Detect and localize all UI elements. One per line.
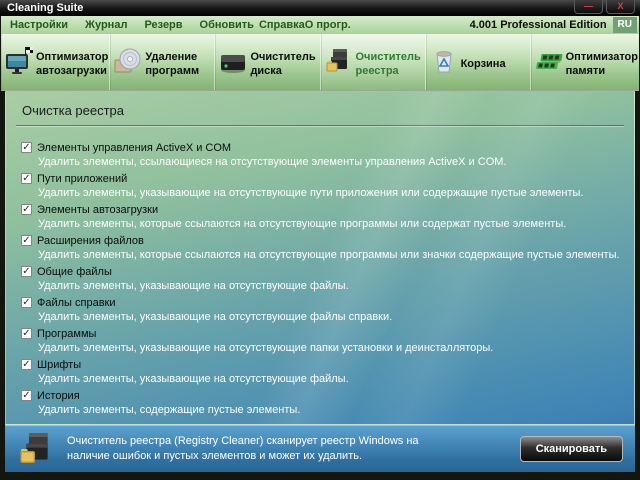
checkbox-fonts[interactable]: ✓ <box>21 359 32 370</box>
item-label: Общие файлы <box>37 265 112 278</box>
item-description: Удалить элементы, указывающие на отсутст… <box>38 342 494 354</box>
list-item-activex: ✓ Элементы управления ActiveX и COM Удал… <box>21 140 630 169</box>
item-label: Элементы автозагрузки <box>37 203 159 216</box>
checkbox-help-files[interactable]: ✓ <box>21 297 32 308</box>
checkbox-shared-files[interactable]: ✓ <box>21 266 32 277</box>
tab-disk-cleaner[interactable]: Очиститель диска <box>215 34 321 90</box>
item-description: Удалить элементы, ссылающиеся на отсутст… <box>38 156 507 168</box>
list-item-shared-files: ✓ Общие файлы Удалить элементы, указываю… <box>21 264 630 293</box>
item-label: Пути приложений <box>37 172 128 185</box>
tab-memory-optimizer[interactable]: Оптимизатор памяти <box>530 34 639 90</box>
memory-optimizer-icon <box>535 54 563 69</box>
list-item-app-paths: ✓ Пути приложений Удалить элементы, указ… <box>21 171 630 200</box>
close-button[interactable]: X <box>606 0 635 14</box>
menu-settings[interactable]: Настройки <box>10 19 68 31</box>
registry-cleaner-icon <box>326 49 347 72</box>
item-description: Удалить элементы, которые ссылаются на о… <box>38 249 620 261</box>
list-item-fonts: ✓ Шрифты Удалить элементы, указывающие н… <box>21 357 630 386</box>
edition-label: 4.001 Professional Edition <box>469 19 607 31</box>
item-description: Удалить элементы, указывающие на отсутст… <box>38 280 349 292</box>
recycle-bin-icon <box>436 51 452 73</box>
menu-about[interactable]: О прогр. <box>305 19 351 31</box>
footer-bar: Очиститель реестра (Registry Cleaner) ск… <box>5 425 635 472</box>
list-item-history: ✓ История Удалить элементы, содержащие п… <box>21 388 630 417</box>
checkbox-app-paths[interactable]: ✓ <box>21 173 32 184</box>
item-label: Элементы управления ActiveX и COM <box>37 141 232 154</box>
tab-label: Очиститель диска <box>250 51 316 77</box>
window-controls: — X <box>574 0 635 14</box>
menu-backup[interactable]: Резерв <box>144 19 182 31</box>
checkbox-activex[interactable]: ✓ <box>21 142 32 153</box>
item-description: Удалить элементы, которые ссылаются на о… <box>38 218 567 230</box>
app-window: Cleaning Suite — X Настройки Журнал Резе… <box>0 0 640 480</box>
registry-options-list: ✓ Элементы управления ActiveX и COM Удал… <box>6 127 634 417</box>
checkbox-startup-entries[interactable]: ✓ <box>21 204 32 215</box>
list-item-startup-entries: ✓ Элементы автозагрузки Удалить элементы… <box>21 202 630 231</box>
tab-label: Удаление программ <box>145 51 200 77</box>
item-label: Программы <box>37 327 97 340</box>
item-label: Файлы справки <box>37 296 116 309</box>
menu-bar-right: 4.001 Professional Edition RU <box>470 17 637 33</box>
language-badge[interactable]: RU <box>612 17 637 33</box>
disk-cleaner-icon <box>221 55 246 73</box>
item-label: Шрифты <box>37 358 82 371</box>
tab-uninstall-programs[interactable]: Удаление программ <box>110 34 216 90</box>
tab-registry-cleaner[interactable]: Очиститель реестра <box>320 34 426 90</box>
tab-bar: Оптимизатор автозагрузки Удаление програ… <box>1 34 639 91</box>
list-item-help-files: ✓ Файлы справки Удалить элементы, указыв… <box>21 295 630 324</box>
menu-bar: Настройки Журнал Резерв Обновить Справка… <box>1 16 639 34</box>
menu-help[interactable]: Справка <box>259 19 305 31</box>
menu-update[interactable]: Обновить <box>200 19 254 31</box>
tab-startup-optimizer[interactable]: Оптимизатор автозагрузки <box>1 34 111 90</box>
registry-cleaner-footer-icon <box>20 433 48 463</box>
checkbox-file-extensions[interactable]: ✓ <box>21 235 32 246</box>
item-description: Удалить элементы, указывающие на отсутст… <box>38 311 393 323</box>
item-label: История <box>37 389 80 402</box>
item-description: Удалить элементы, содержащие пустые элем… <box>38 404 301 416</box>
tab-label: Оптимизатор памяти <box>565 51 638 77</box>
scan-button[interactable]: Сканировать <box>519 436 623 462</box>
startup-optimizer-icon <box>6 47 33 74</box>
tab-label: Очиститель реестра <box>355 51 421 77</box>
checkbox-programs[interactable]: ✓ <box>21 328 32 339</box>
menu-journal[interactable]: Журнал <box>85 19 127 31</box>
item-label: Расширения файлов <box>37 234 144 247</box>
minimize-button[interactable]: — <box>574 0 603 14</box>
uninstall-icon <box>114 48 141 73</box>
window-title: Cleaning Suite <box>7 2 84 14</box>
page-title: Очистка реестра <box>22 103 125 118</box>
list-item-file-extensions: ✓ Расширения файлов Удалить элементы, ко… <box>21 233 630 262</box>
list-item-programs: ✓ Программы Удалить элементы, указывающи… <box>21 326 630 355</box>
tab-recycle-bin[interactable]: Корзина <box>425 34 531 90</box>
title-bar: Cleaning Suite — X <box>0 0 640 16</box>
registry-clean-panel: Очистка реестра ✓ Элементы управления Ac… <box>5 91 635 425</box>
item-description: Удалить элементы, указывающие на отсутст… <box>38 187 584 199</box>
footer-description: Очиститель реестра (Registry Cleaner) ск… <box>67 435 419 462</box>
checkbox-history[interactable]: ✓ <box>21 390 32 401</box>
item-description: Удалить элементы, указывающие на отсутст… <box>38 373 349 385</box>
tab-label: Корзина <box>460 58 506 71</box>
tab-label: Оптимизатор автозагрузки <box>36 51 109 77</box>
